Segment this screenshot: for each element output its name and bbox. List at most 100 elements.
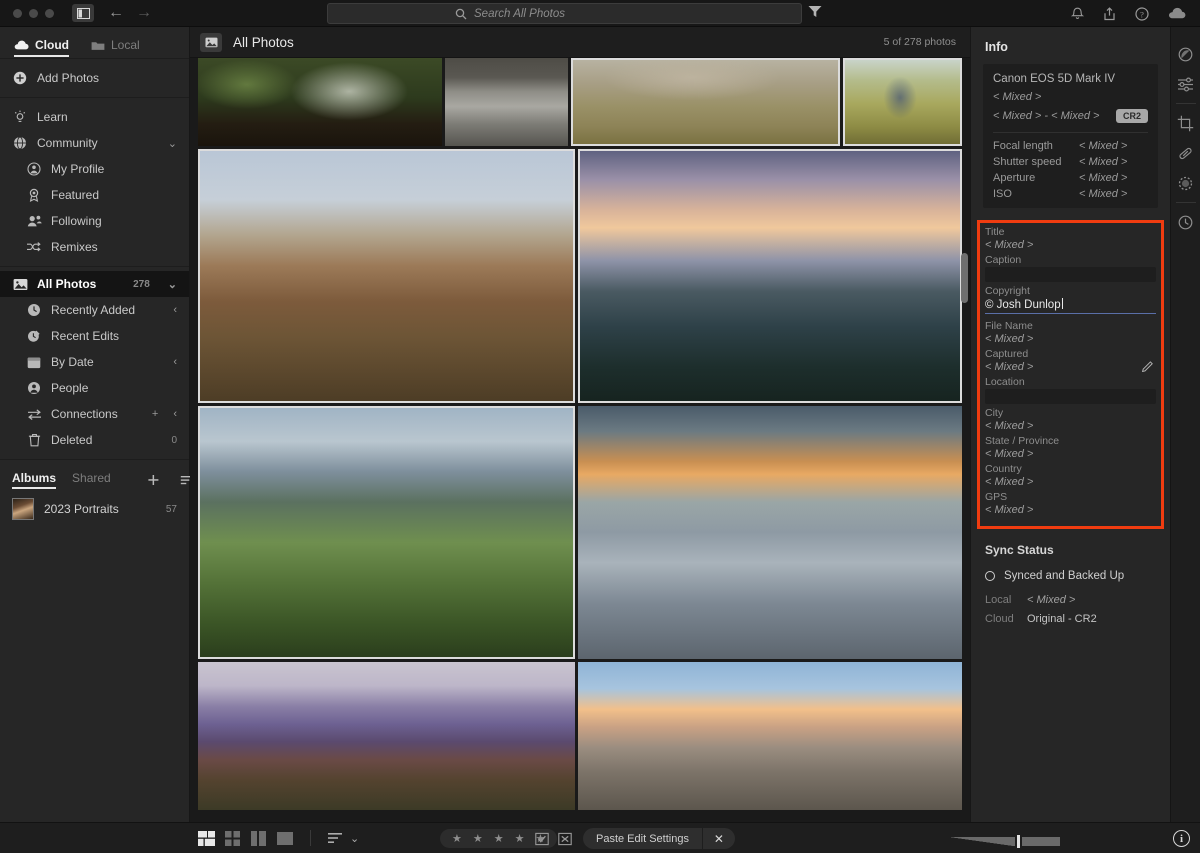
sidebar-item-connections[interactable]: Connections + ‹ xyxy=(0,401,189,427)
vertical-scrollbar[interactable] xyxy=(961,253,968,303)
photo-golden-peak-clouds[interactable] xyxy=(578,662,962,810)
masking-icon[interactable] xyxy=(1171,168,1200,198)
plus-icon[interactable]: + xyxy=(152,408,158,420)
star-4-icon[interactable]: ★ xyxy=(515,832,525,845)
metadata-field-city[interactable]: City < Mixed > xyxy=(985,407,1156,432)
metadata-field-copyright[interactable]: Copyright © Josh Dunlop xyxy=(985,285,1156,314)
photo-mesa-deer[interactable] xyxy=(198,149,575,403)
star-2-icon[interactable]: ★ xyxy=(473,832,483,845)
photo-count-label: 5 of 278 photos xyxy=(884,36,956,48)
chevron-down-icon[interactable]: ⌄ xyxy=(168,137,177,150)
album-item-2023-portraits[interactable]: 2023 Portraits 57 xyxy=(0,494,189,524)
history-icon[interactable] xyxy=(1171,207,1200,237)
thumbnail-size-slider[interactable] xyxy=(951,836,1065,847)
tab-albums[interactable]: Albums xyxy=(12,471,56,489)
sidebar-toggle-icon[interactable] xyxy=(72,4,94,22)
field-label: Location xyxy=(985,376,1156,388)
exif-card: Canon EOS 5D Mark IV < Mixed > < Mixed >… xyxy=(983,64,1158,208)
people-icon xyxy=(26,214,42,228)
healing-brush-icon[interactable] xyxy=(1171,138,1200,168)
crop-icon[interactable] xyxy=(1171,108,1200,138)
sidebar-item-remixes[interactable]: Remixes xyxy=(0,234,189,260)
photo-grid[interactable] xyxy=(190,58,970,822)
close-window-button[interactable] xyxy=(13,9,22,18)
tab-shared[interactable]: Shared xyxy=(72,471,111,489)
back-button[interactable]: ← xyxy=(108,5,124,21)
view-mode-grid-mixed[interactable] xyxy=(198,831,215,846)
metadata-field-gps[interactable]: GPS < Mixed > xyxy=(985,491,1156,516)
metadata-field-title[interactable]: Title < Mixed > xyxy=(985,226,1156,251)
chevron-left-icon[interactable]: ‹ xyxy=(173,304,177,316)
flag-pick-icon[interactable] xyxy=(535,832,549,846)
notifications-icon[interactable] xyxy=(1071,7,1084,21)
photo-church-hill-alps[interactable] xyxy=(198,406,575,659)
cloud-status-icon[interactable] xyxy=(1168,7,1186,20)
maximize-window-button[interactable] xyxy=(45,9,54,18)
sync-status-section: Sync Status Synced and Backed Up Local< … xyxy=(971,529,1170,632)
help-icon[interactable]: ? xyxy=(1135,7,1149,21)
chevron-left-icon[interactable]: ‹ xyxy=(173,408,177,420)
search-bar[interactable] xyxy=(327,3,802,24)
sidebar-item-by-date[interactable]: By Date ‹ xyxy=(0,349,189,375)
flag-reject-icon[interactable] xyxy=(558,832,572,846)
close-icon[interactable]: ✕ xyxy=(703,832,735,846)
metadata-field-file-name[interactable]: File Name < Mixed > xyxy=(985,320,1156,345)
tab-local[interactable]: Local xyxy=(91,38,140,57)
sidebar-item-recently-added[interactable]: Recently Added ‹ xyxy=(0,297,189,323)
forward-button[interactable]: → xyxy=(136,5,152,21)
view-mode-grid-square[interactable] xyxy=(224,831,241,846)
sidebar-item-learn[interactable]: Learn xyxy=(0,104,189,130)
star-3-icon[interactable]: ★ xyxy=(494,832,504,845)
filter-icon[interactable] xyxy=(808,5,822,18)
photo-joshua-tree-person[interactable] xyxy=(843,58,962,146)
sidebar-item-deleted[interactable]: Deleted 0 xyxy=(0,427,189,453)
metadata-field-state-province[interactable]: State / Province < Mixed > xyxy=(985,435,1156,460)
metadata-field-caption[interactable]: Caption xyxy=(985,254,1156,282)
minimize-window-button[interactable] xyxy=(29,9,38,18)
sidebar-item-people[interactable]: People xyxy=(0,375,189,401)
metadata-field-country[interactable]: Country < Mixed > xyxy=(985,463,1156,488)
photo-jungle-hut[interactable] xyxy=(198,58,442,146)
sidebar-item-my-profile[interactable]: My Profile xyxy=(0,156,189,182)
share-icon[interactable] xyxy=(1103,7,1116,21)
sort-icon[interactable] xyxy=(328,832,343,844)
metadata-field-captured[interactable]: Captured < Mixed > xyxy=(985,348,1156,373)
caption-input[interactable] xyxy=(985,267,1156,282)
slider-handle[interactable] xyxy=(1017,835,1020,848)
sidebar-item-following[interactable]: Following xyxy=(0,208,189,234)
chevron-down-icon[interactable]: ⌄ xyxy=(168,278,177,291)
all-photos-icon xyxy=(200,33,222,52)
person-circle-icon xyxy=(26,162,42,176)
field-label: Title xyxy=(985,226,1156,238)
photo-lake-bled-sunset[interactable] xyxy=(578,149,962,403)
edit-sliders-icon[interactable] xyxy=(1171,69,1200,99)
sidebar-item-recent-edits[interactable]: Recent Edits xyxy=(0,323,189,349)
metadata-field-location[interactable]: Location xyxy=(985,376,1156,404)
tab-cloud[interactable]: Cloud xyxy=(14,38,69,57)
sidebar-item-community[interactable]: Community ⌄ xyxy=(0,130,189,156)
tab-cloud-label: Cloud xyxy=(35,38,69,52)
photo-bridge-river[interactable] xyxy=(445,58,568,146)
photo-purple-mountains-couple[interactable] xyxy=(198,662,575,810)
info-toggle-button[interactable]: i xyxy=(1173,830,1190,847)
copyright-input[interactable]: © Josh Dunlop xyxy=(985,298,1156,314)
add-album-icon[interactable] xyxy=(147,474,160,487)
color-profile-icon[interactable] xyxy=(1171,39,1200,69)
photo-desert-boulders[interactable] xyxy=(571,58,840,146)
chevron-left-icon[interactable]: ‹ xyxy=(173,356,177,368)
paste-edit-settings-button[interactable]: Paste Edit Settings xyxy=(583,833,702,845)
location-input[interactable] xyxy=(985,389,1156,404)
exif-settings-row: < Mixed > - < Mixed > CR2 xyxy=(993,109,1148,123)
add-photos-button[interactable]: Add Photos xyxy=(0,65,189,91)
pencil-icon[interactable] xyxy=(1142,360,1154,372)
search-input[interactable] xyxy=(474,8,674,20)
globe-icon xyxy=(12,136,28,150)
star-1-icon[interactable]: ★ xyxy=(452,832,462,845)
photo-mountain-ridge-clouds[interactable] xyxy=(578,406,962,659)
view-mode-compare[interactable] xyxy=(250,831,267,846)
sort-control[interactable]: ⌄ xyxy=(328,832,359,845)
sidebar-item-all-photos[interactable]: All Photos 278 ⌄ xyxy=(0,271,189,297)
view-mode-single[interactable] xyxy=(276,831,293,846)
chevron-down-icon[interactable]: ⌄ xyxy=(350,832,359,845)
sidebar-item-featured[interactable]: Featured xyxy=(0,182,189,208)
